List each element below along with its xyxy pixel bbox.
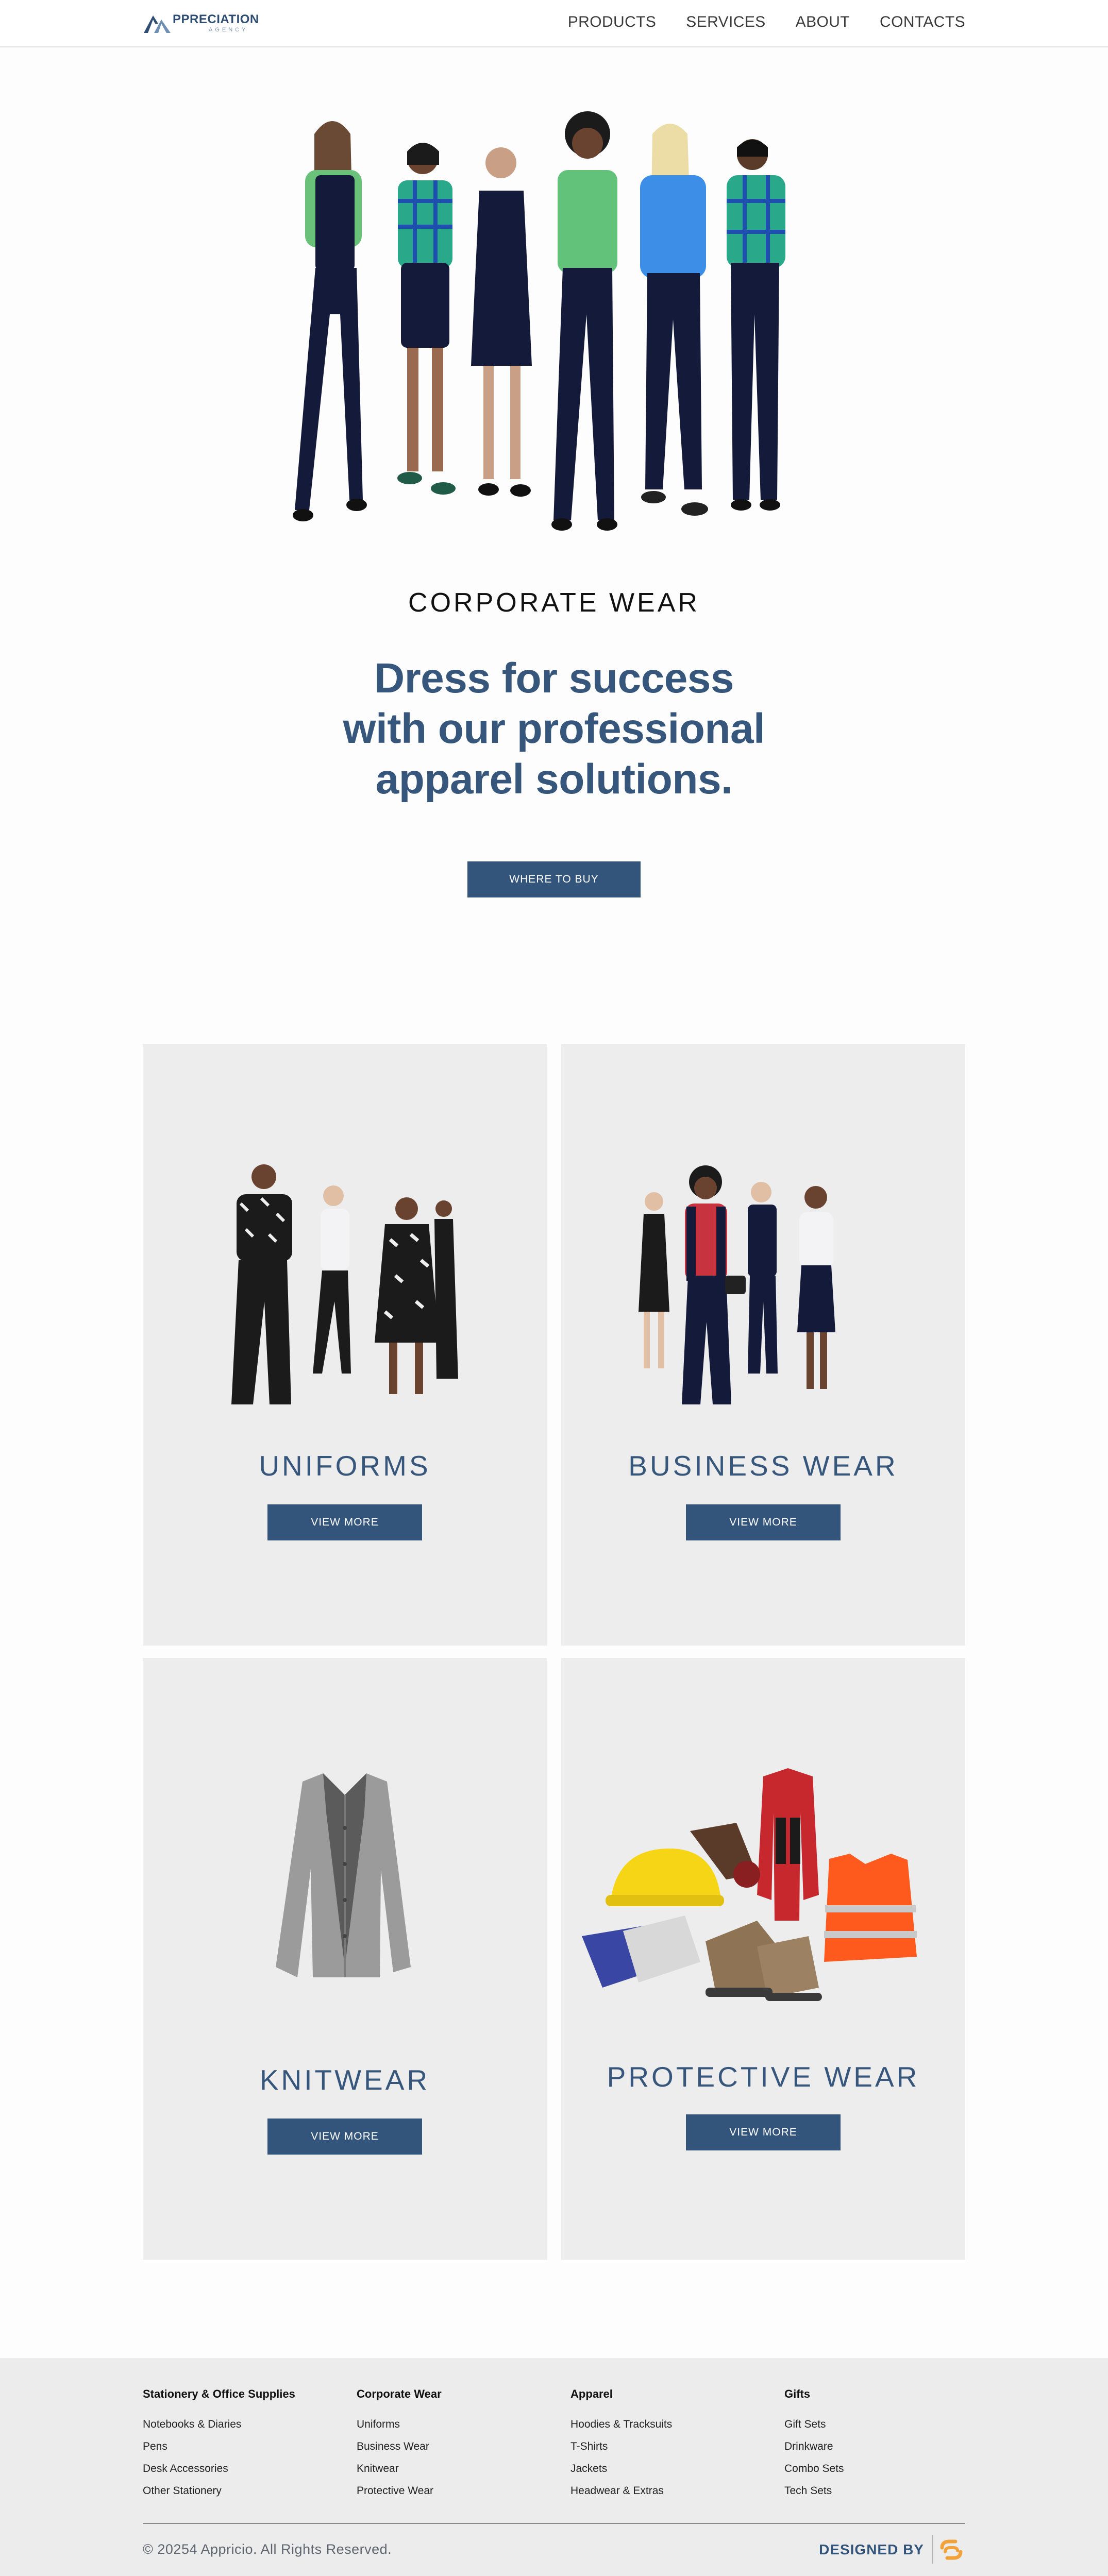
- nav-contacts[interactable]: CONTACTS: [880, 13, 965, 31]
- footer-heading: Stationery & Office Supplies: [143, 2387, 295, 2400]
- footer-link[interactable]: Business Wear: [357, 2441, 563, 2453]
- designer-logo-icon[interactable]: [938, 2538, 965, 2561]
- footer-link[interactable]: Other Stationery: [143, 2485, 349, 2497]
- where-to-buy-button[interactable]: WHERE TO BUY: [467, 861, 641, 897]
- footer-separator: [932, 2535, 933, 2564]
- business-wear-image: [639, 1165, 835, 1404]
- model-figure-1: [293, 121, 367, 521]
- footer-column-corporate-wear: Corporate Wear Uniforms Business Wear Kn…: [357, 2387, 563, 2507]
- hero-heading-line-2: with our professional: [343, 705, 765, 752]
- card-title-protective-wear: PROTECTIVE WEAR: [607, 2061, 920, 2093]
- footer-link[interactable]: T-Shirts: [570, 2441, 777, 2453]
- card-uniforms[interactable]: UNIFORMS VIEW MORE: [143, 1044, 547, 1646]
- footer-link[interactable]: Protective Wear: [357, 2485, 563, 2497]
- logo-mark-icon: [144, 15, 171, 33]
- footer-column-apparel: Apparel Hoodies & Tracksuits T-Shirts Ja…: [570, 2387, 777, 2507]
- footer-link[interactable]: Combo Sets: [784, 2463, 991, 2475]
- footer-link[interactable]: Jackets: [570, 2463, 777, 2475]
- knitwear-image: [276, 1773, 411, 1977]
- main-nav: PRODUCTS SERVICES ABOUT CONTACTS: [568, 13, 965, 31]
- model-figure-5: [640, 124, 708, 516]
- footer-column-gifts: Gifts Gift Sets Drinkware Combo Sets Tec…: [784, 2387, 991, 2507]
- card-protective-wear[interactable]: PROTECTIVE WEAR VIEW MORE: [561, 1658, 965, 2260]
- nav-products[interactable]: PRODUCTS: [568, 13, 657, 31]
- footer-heading: Apparel: [570, 2387, 613, 2400]
- model-figure-3: [471, 147, 532, 497]
- logo-subtext: AGENCY: [209, 27, 248, 33]
- footer-link[interactable]: Tech Sets: [784, 2485, 991, 2497]
- business-wear-view-more-button[interactable]: VIEW MORE: [686, 1504, 841, 1540]
- knitwear-view-more-button[interactable]: VIEW MORE: [267, 2119, 422, 2155]
- site-footer: Stationery & Office Supplies Notebooks &…: [0, 2358, 1108, 2576]
- footer-column-stationery: Stationery & Office Supplies Notebooks &…: [143, 2387, 349, 2507]
- protective-wear-image: [582, 1768, 917, 2001]
- card-business-wear[interactable]: BUSINESS WEAR VIEW MORE: [561, 1044, 965, 1646]
- section-label: CORPORATE WEAR: [408, 588, 700, 618]
- footer-link[interactable]: Hoodies & Tracksuits: [570, 2418, 777, 2431]
- model-figure-2: [397, 143, 456, 495]
- card-title-business-wear: BUSINESS WEAR: [628, 1450, 898, 1482]
- footer-link[interactable]: Headwear & Extras: [570, 2485, 777, 2497]
- hero-heading-line-1: Dress for success: [374, 655, 734, 702]
- footer-link[interactable]: Gift Sets: [784, 2418, 991, 2431]
- designed-by-text: DESIGNED BY: [819, 2541, 924, 2557]
- footer-heading: Gifts: [784, 2387, 811, 2400]
- card-title-uniforms: UNIFORMS: [259, 1450, 431, 1482]
- nav-about[interactable]: ABOUT: [796, 13, 850, 31]
- site-header: PPRECIATION AGENCY PRODUCTS SERVICES ABO…: [0, 0, 1108, 47]
- hero-heading-line-3: apparel solutions.: [375, 756, 733, 803]
- hero-heading: Dress for success with our professional …: [296, 653, 812, 805]
- logo[interactable]: PPRECIATION AGENCY: [143, 12, 259, 34]
- footer-divider: [143, 2523, 965, 2524]
- model-figure-4: [551, 111, 617, 531]
- card-knitwear[interactable]: KNITWEAR VIEW MORE: [143, 1658, 547, 2260]
- hero-image: [293, 111, 785, 531]
- footer-link[interactable]: Pens: [143, 2441, 349, 2453]
- protective-wear-view-more-button[interactable]: VIEW MORE: [686, 2114, 841, 2150]
- nav-services[interactable]: SERVICES: [686, 13, 765, 31]
- footer-heading: Corporate Wear: [357, 2387, 442, 2400]
- footer-link[interactable]: Drinkware: [784, 2441, 991, 2453]
- uniforms-view-more-button[interactable]: VIEW MORE: [267, 1504, 422, 1540]
- footer-link[interactable]: Knitwear: [357, 2463, 563, 2475]
- logo-text: PPRECIATION: [173, 12, 259, 26]
- card-title-knitwear: KNITWEAR: [259, 2064, 430, 2096]
- uniforms-image: [231, 1164, 458, 1404]
- copyright-text: © 20254 Appricio. All Rights Reserved.: [143, 2541, 392, 2557]
- model-figure-6: [727, 139, 785, 511]
- footer-link[interactable]: Desk Accessories: [143, 2463, 349, 2475]
- footer-link[interactable]: Notebooks & Diaries: [143, 2418, 349, 2431]
- footer-link[interactable]: Uniforms: [357, 2418, 563, 2431]
